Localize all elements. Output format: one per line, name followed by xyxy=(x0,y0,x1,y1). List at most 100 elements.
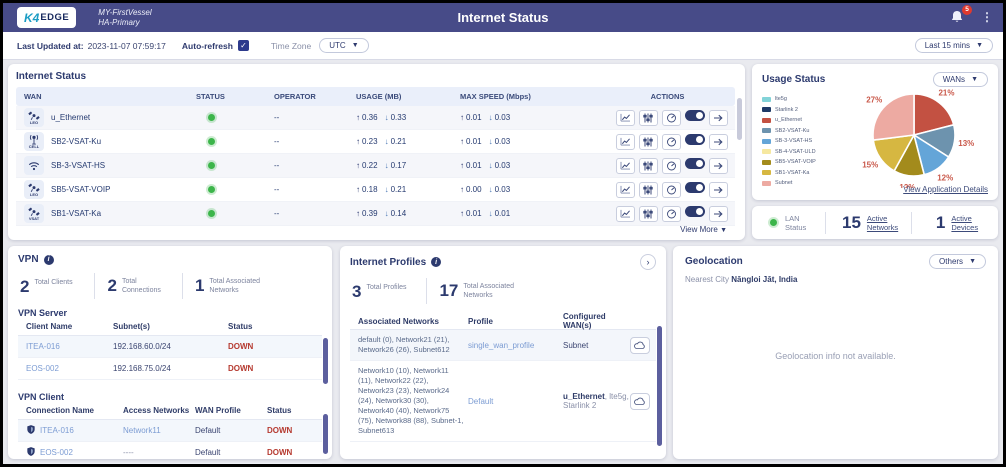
kebab-menu-icon[interactable]: ⋮ xyxy=(981,13,993,22)
operator-value: -- xyxy=(266,137,348,146)
wan-enable-toggle[interactable] xyxy=(685,110,705,121)
arrow-up-icon: ↑ xyxy=(460,161,464,170)
notifications-button[interactable]: 5 xyxy=(949,9,967,27)
profile-row: default (0), Network21 (21), Network26 (… xyxy=(350,330,656,361)
configure-action-button[interactable] xyxy=(639,158,658,174)
wan-name: SB-3-VSAT-HS xyxy=(51,161,105,170)
page-title: Internet Status xyxy=(3,10,1003,25)
active-devices-count: 1 xyxy=(936,213,945,233)
legend-label: SB-4-VSAT-ULD xyxy=(775,149,816,155)
wan-enable-toggle[interactable] xyxy=(685,158,705,169)
chart-action-button[interactable] xyxy=(616,134,635,150)
lan-status-dot xyxy=(770,219,777,226)
speedtest-action-button[interactable] xyxy=(662,134,681,150)
arrow-down-icon: ↓ xyxy=(385,209,389,218)
legend-item: SB1-VSAT-Ka xyxy=(762,168,816,179)
active-networks-link[interactable]: Active Networks xyxy=(867,214,911,232)
arrow-up-icon: ↑ xyxy=(356,113,360,122)
speedtest-action-button[interactable] xyxy=(662,182,681,198)
vpn-clients-label: Total Clients xyxy=(34,278,82,288)
associated-networks: default (0), Network21 (21), Network26 (… xyxy=(350,330,468,360)
vpn-status: DOWN xyxy=(267,426,322,435)
usage-down: 0.21 xyxy=(391,185,407,194)
associated-networks: Network10 (10), Network11 (11), Network2… xyxy=(350,361,468,441)
vpn-client-scrollbar[interactable] xyxy=(323,414,328,454)
vessel-line2: HA-Primary xyxy=(98,18,151,28)
geolocation-panel: Geolocation Others ▼ Nearest City Nānglo… xyxy=(673,246,998,459)
chart-action-button[interactable] xyxy=(616,158,635,174)
profiles-scrollbar[interactable] xyxy=(657,326,662,446)
view-more-button[interactable]: View More ▼ xyxy=(680,225,727,234)
auto-refresh-checkbox[interactable]: ✓ xyxy=(238,40,249,51)
col-usage: USAGE (MB) xyxy=(348,92,452,101)
chart-action-button[interactable] xyxy=(616,206,635,222)
speed-up: 0.01 xyxy=(466,161,482,170)
usage-status-panel: Usage Status WANs ▼ lte5gStarlink 2u_Eth… xyxy=(752,64,998,200)
wan-name: SB2-VSAT-Ku xyxy=(51,137,101,146)
k4-edge-logo[interactable]: K4 EDGE xyxy=(17,7,76,28)
speedtest-action-button[interactable] xyxy=(662,206,681,222)
wan-enable-toggle[interactable] xyxy=(685,182,705,193)
arrow-up-icon: ↑ xyxy=(356,137,360,146)
vpn-status: DOWN xyxy=(228,342,322,351)
cloud-action-button[interactable] xyxy=(630,337,650,354)
goto-action-button[interactable] xyxy=(709,158,728,174)
arrow-up-icon: ↑ xyxy=(460,185,464,194)
info-icon[interactable]: i xyxy=(431,257,441,267)
chart-action-button[interactable] xyxy=(616,110,635,126)
geolocation-select[interactable]: Others ▼ xyxy=(929,254,986,269)
goto-action-button[interactable] xyxy=(709,110,728,126)
vpn-connection-name-link[interactable]: EOS-002 xyxy=(40,448,73,457)
configure-action-button[interactable] xyxy=(639,110,658,126)
speedtest-action-button[interactable] xyxy=(662,158,681,174)
speedtest-action-button[interactable] xyxy=(662,110,681,126)
profile-name-link[interactable]: single_wan_profile xyxy=(468,341,563,350)
chart-action-button[interactable] xyxy=(616,182,635,198)
toolbar: Last Updated at: 2023-11-07 07:59:17 Aut… xyxy=(3,32,1003,60)
vpn-client-name-link[interactable]: ITEA-016 xyxy=(18,342,113,351)
vpn-client-name-link[interactable]: EOS-002 xyxy=(18,364,113,373)
active-devices-link[interactable]: Active Devices xyxy=(951,214,995,232)
wan-enable-toggle[interactable] xyxy=(685,134,705,145)
vpn-status: DOWN xyxy=(267,448,322,457)
pie-percent-label: 12% xyxy=(937,173,953,182)
goto-action-button[interactable] xyxy=(709,134,728,150)
cloud-action-button[interactable] xyxy=(630,393,650,410)
arrow-down-icon: ↓ xyxy=(489,209,493,218)
vpn-client-title: VPN Client xyxy=(18,392,322,402)
vpn-access-networks[interactable]: Network11 xyxy=(123,426,195,435)
wan-enable-toggle[interactable] xyxy=(685,206,705,217)
internet-profiles-panel: Internet Profiles i › 3Total Profiles 17… xyxy=(340,246,666,459)
configure-action-button[interactable] xyxy=(639,182,658,198)
geolocation-title: Geolocation xyxy=(685,256,743,267)
info-icon[interactable]: i xyxy=(44,255,54,265)
vessel-line1: MY-FirstVessel xyxy=(98,8,151,18)
col-operator: OPERATOR xyxy=(266,92,348,101)
vpn-server-scrollbar[interactable] xyxy=(323,338,328,384)
total-profiles-label: Total Profiles xyxy=(366,283,414,293)
profile-name-link[interactable]: Default xyxy=(468,397,563,406)
table-scrollbar[interactable] xyxy=(737,98,742,140)
logo-edge-text: EDGE xyxy=(40,12,69,23)
goto-action-button[interactable] xyxy=(709,206,728,222)
legend-item: Subnet xyxy=(762,178,816,189)
pie-percent-label: 15% xyxy=(862,160,878,169)
configure-action-button[interactable] xyxy=(639,206,658,222)
speed-down: 0.03 xyxy=(495,185,511,194)
wan-table-row: VSATSB1-VSAT-Ka--↑0.39↓0.14↑0.01↓0.01 xyxy=(16,202,735,226)
operator-value: -- xyxy=(266,185,348,194)
internet-status-panel: Internet Status WAN STATUS OPERATOR USAG… xyxy=(8,64,745,240)
goto-action-button[interactable] xyxy=(709,182,728,198)
view-application-details-link[interactable]: View Application Details xyxy=(903,185,988,194)
configure-action-button[interactable] xyxy=(639,134,658,150)
timezone-select[interactable]: UTC ▼ xyxy=(319,38,368,53)
shield-icon xyxy=(26,424,36,437)
vpn-connection-name-link[interactable]: ITEA-016 xyxy=(40,426,74,435)
satellite-icon: LEO xyxy=(24,108,44,127)
arrow-up-icon: ↑ xyxy=(460,113,464,122)
legend-swatch xyxy=(762,139,771,144)
usage-up: 0.18 xyxy=(362,185,378,194)
time-range-select[interactable]: Last 15 mins ▼ xyxy=(915,38,993,53)
chevron-right-button[interactable]: › xyxy=(640,254,656,270)
timezone-label: Time Zone xyxy=(271,41,311,51)
